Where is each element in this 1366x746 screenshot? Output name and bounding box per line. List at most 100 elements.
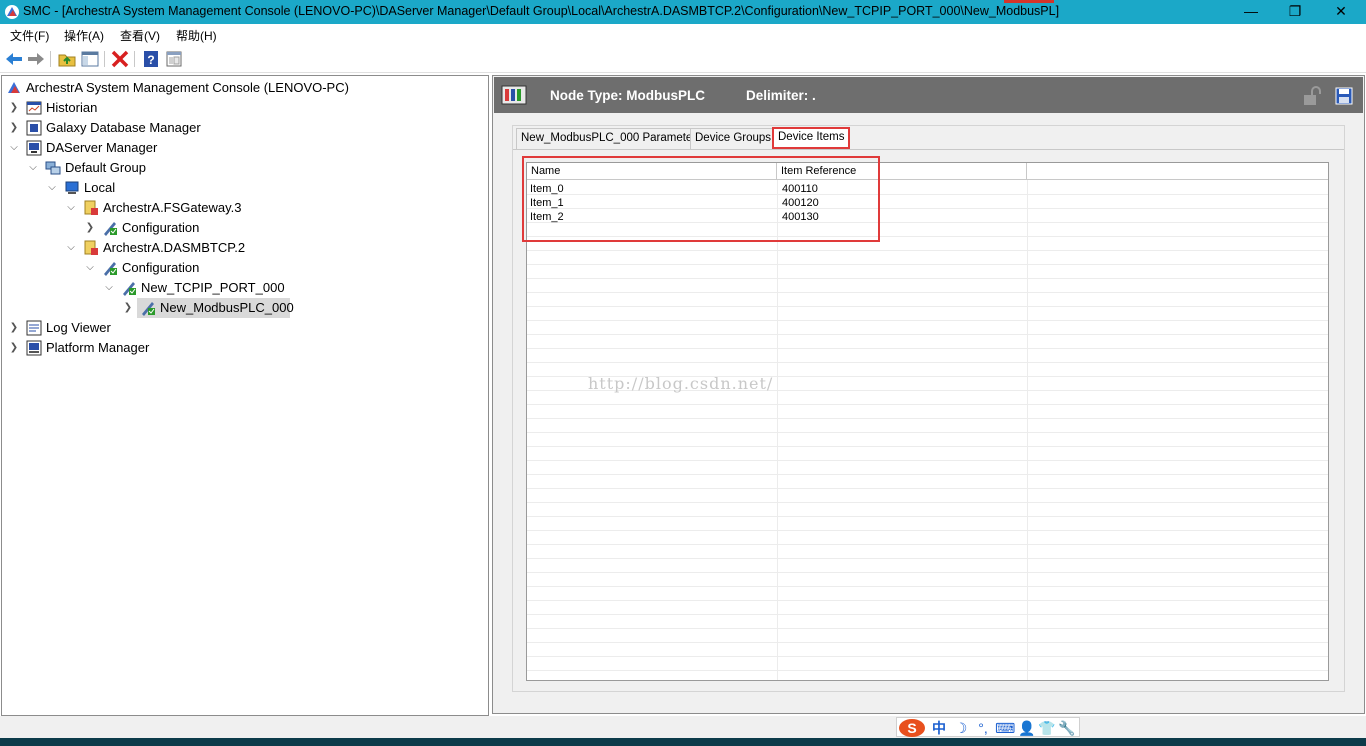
console-tree: ArchestrA System Management Console (LEN… bbox=[1, 75, 489, 716]
punctuation-icon[interactable]: °, bbox=[973, 719, 993, 737]
configuration-icon bbox=[104, 222, 117, 236]
grid-row-line bbox=[527, 628, 1328, 629]
tab-device-items[interactable]: Device Items bbox=[772, 127, 851, 149]
grid-column-line bbox=[777, 180, 778, 680]
unlock-icon[interactable] bbox=[1302, 86, 1322, 106]
chevron-right-icon[interactable]: ❯ bbox=[8, 98, 20, 118]
daserver-icon bbox=[84, 200, 98, 215]
grid-row-line bbox=[527, 502, 1328, 503]
grid-header: Name Item Reference bbox=[527, 163, 1328, 180]
chinese-mode-icon[interactable]: 中 bbox=[929, 719, 949, 737]
window-title: SMC - [ArchestrA System Management Conso… bbox=[23, 4, 1060, 18]
grid-row-line bbox=[527, 614, 1328, 615]
chevron-down-icon[interactable]: ⌵ bbox=[46, 178, 58, 198]
daserver-manager-icon bbox=[26, 140, 42, 156]
menu-file[interactable]: 文件(F) bbox=[10, 27, 49, 44]
menu-action[interactable]: 操作(A) bbox=[64, 27, 104, 44]
tab-control: New_ModbusPLC_000 Parameters Device Grou… bbox=[512, 125, 1345, 692]
device-items-page: Name Item Reference Item_0 400110 Item_1… bbox=[513, 149, 1344, 691]
grid-row-line bbox=[527, 670, 1328, 671]
chevron-right-icon[interactable]: ❯ bbox=[122, 298, 134, 318]
title-accent bbox=[1004, 0, 1054, 3]
grid-column-line bbox=[1027, 180, 1028, 680]
grid-row-line bbox=[527, 320, 1328, 321]
properties-icon[interactable] bbox=[164, 49, 184, 69]
cell-name[interactable]: Item_1 bbox=[527, 196, 564, 210]
configuration-icon bbox=[104, 262, 117, 276]
back-arrow-icon[interactable] bbox=[4, 49, 24, 69]
chevron-right-icon[interactable]: ❯ bbox=[84, 218, 96, 238]
grid-row-line bbox=[527, 572, 1328, 573]
forward-arrow-icon[interactable] bbox=[26, 49, 46, 69]
chevron-right-icon[interactable]: ❯ bbox=[8, 338, 20, 358]
close-button[interactable]: ✕ bbox=[1318, 0, 1364, 24]
cell-item-reference[interactable]: 400120 bbox=[779, 196, 819, 210]
menu-help[interactable]: 帮助(H) bbox=[176, 27, 217, 44]
grid-row-line bbox=[527, 418, 1328, 419]
up-folder-icon[interactable] bbox=[57, 49, 77, 69]
cell-item-reference[interactable]: 400130 bbox=[779, 210, 819, 224]
tab-device-groups[interactable]: Device Groups bbox=[690, 128, 777, 149]
tree-label: ArchestrA.FSGateway.3 bbox=[103, 200, 242, 215]
grid-row-line bbox=[527, 460, 1328, 461]
grid-row-line bbox=[527, 530, 1328, 531]
ime-toolbar: S 中 ☽ °, ⌨ 👤 👕 🔧 bbox=[896, 717, 1080, 737]
cell-name[interactable]: Item_0 bbox=[527, 182, 564, 196]
cell-name[interactable]: Item_2 bbox=[527, 210, 564, 224]
settings-wrench-icon[interactable]: 🔧 bbox=[1057, 719, 1077, 737]
menu-view[interactable]: 查看(V) bbox=[120, 27, 160, 44]
tree-label: Galaxy Database Manager bbox=[46, 120, 201, 135]
column-header-name[interactable]: Name bbox=[527, 163, 777, 180]
chevron-down-icon[interactable]: ⌵ bbox=[65, 198, 77, 218]
restore-button[interactable]: ❐ bbox=[1272, 0, 1318, 24]
node-header: Node Type: ModbusPLC Delimiter: . bbox=[494, 77, 1363, 113]
daserver-icon bbox=[84, 240, 98, 255]
taskbar bbox=[0, 738, 1366, 746]
skin-icon[interactable]: 👕 bbox=[1037, 719, 1057, 737]
details-pane: Node Type: ModbusPLC Delimiter: . New_Mo… bbox=[492, 75, 1365, 714]
chevron-down-icon[interactable]: ⌵ bbox=[27, 158, 39, 178]
device-items-grid[interactable]: Name Item Reference Item_0 400110 Item_1… bbox=[526, 162, 1329, 681]
tree-label: Configuration bbox=[122, 260, 200, 275]
tree-label: ArchestrA System Management Console (LEN… bbox=[26, 80, 349, 95]
configuration-icon bbox=[142, 302, 155, 316]
grid-row-line bbox=[527, 236, 1328, 237]
computer-icon bbox=[65, 181, 79, 194]
tree-label: Default Group bbox=[65, 160, 146, 175]
minimize-button[interactable]: — bbox=[1228, 0, 1274, 24]
tree-label: Local bbox=[84, 180, 116, 195]
moon-icon[interactable]: ☽ bbox=[951, 719, 971, 737]
keyboard-icon[interactable]: ⌨ bbox=[995, 719, 1015, 737]
toolbar-separator bbox=[104, 51, 105, 67]
chevron-right-icon[interactable]: ❯ bbox=[8, 318, 20, 338]
grid-row-line bbox=[527, 558, 1328, 559]
chevron-down-icon[interactable]: ⌵ bbox=[8, 138, 20, 158]
grid-row-line bbox=[527, 432, 1328, 433]
group-icon bbox=[45, 161, 61, 175]
tree-label: New_TCPIP_PORT_000 bbox=[141, 280, 285, 295]
grid-row-line bbox=[527, 222, 1328, 223]
grid-row-line bbox=[527, 600, 1328, 601]
chevron-down-icon[interactable]: ⌵ bbox=[103, 278, 115, 298]
delimiter-label: Delimiter: . bbox=[746, 88, 816, 103]
cell-item-reference[interactable]: 400110 bbox=[779, 182, 818, 196]
tree-label: Log Viewer bbox=[46, 320, 111, 335]
delete-icon[interactable] bbox=[110, 49, 130, 69]
grid-row-line bbox=[527, 488, 1328, 489]
user-icon[interactable]: 👤 bbox=[1017, 719, 1037, 737]
show-hide-tree-icon[interactable] bbox=[80, 49, 100, 69]
chevron-down-icon[interactable]: ⌵ bbox=[65, 238, 77, 258]
save-icon[interactable] bbox=[1335, 87, 1353, 105]
column-header-item-reference[interactable]: Item Reference bbox=[777, 163, 1027, 180]
tree-label: New_ModbusPLC_000 bbox=[160, 300, 294, 315]
node-type-label: Node Type: ModbusPLC bbox=[550, 88, 705, 103]
sogou-logo-icon[interactable]: S bbox=[899, 719, 925, 737]
grid-row-line bbox=[527, 208, 1328, 209]
help-icon[interactable]: ? bbox=[141, 49, 161, 69]
status-bar: S 中 ☽ °, ⌨ 👤 👕 🔧 bbox=[0, 716, 1366, 738]
tab-parameters[interactable]: New_ModbusPLC_000 Parameters bbox=[516, 128, 707, 149]
toolbar: ? bbox=[0, 45, 1366, 73]
chevron-right-icon[interactable]: ❯ bbox=[8, 118, 20, 138]
grid-row-line bbox=[527, 292, 1328, 293]
chevron-down-icon[interactable]: ⌵ bbox=[84, 258, 96, 278]
